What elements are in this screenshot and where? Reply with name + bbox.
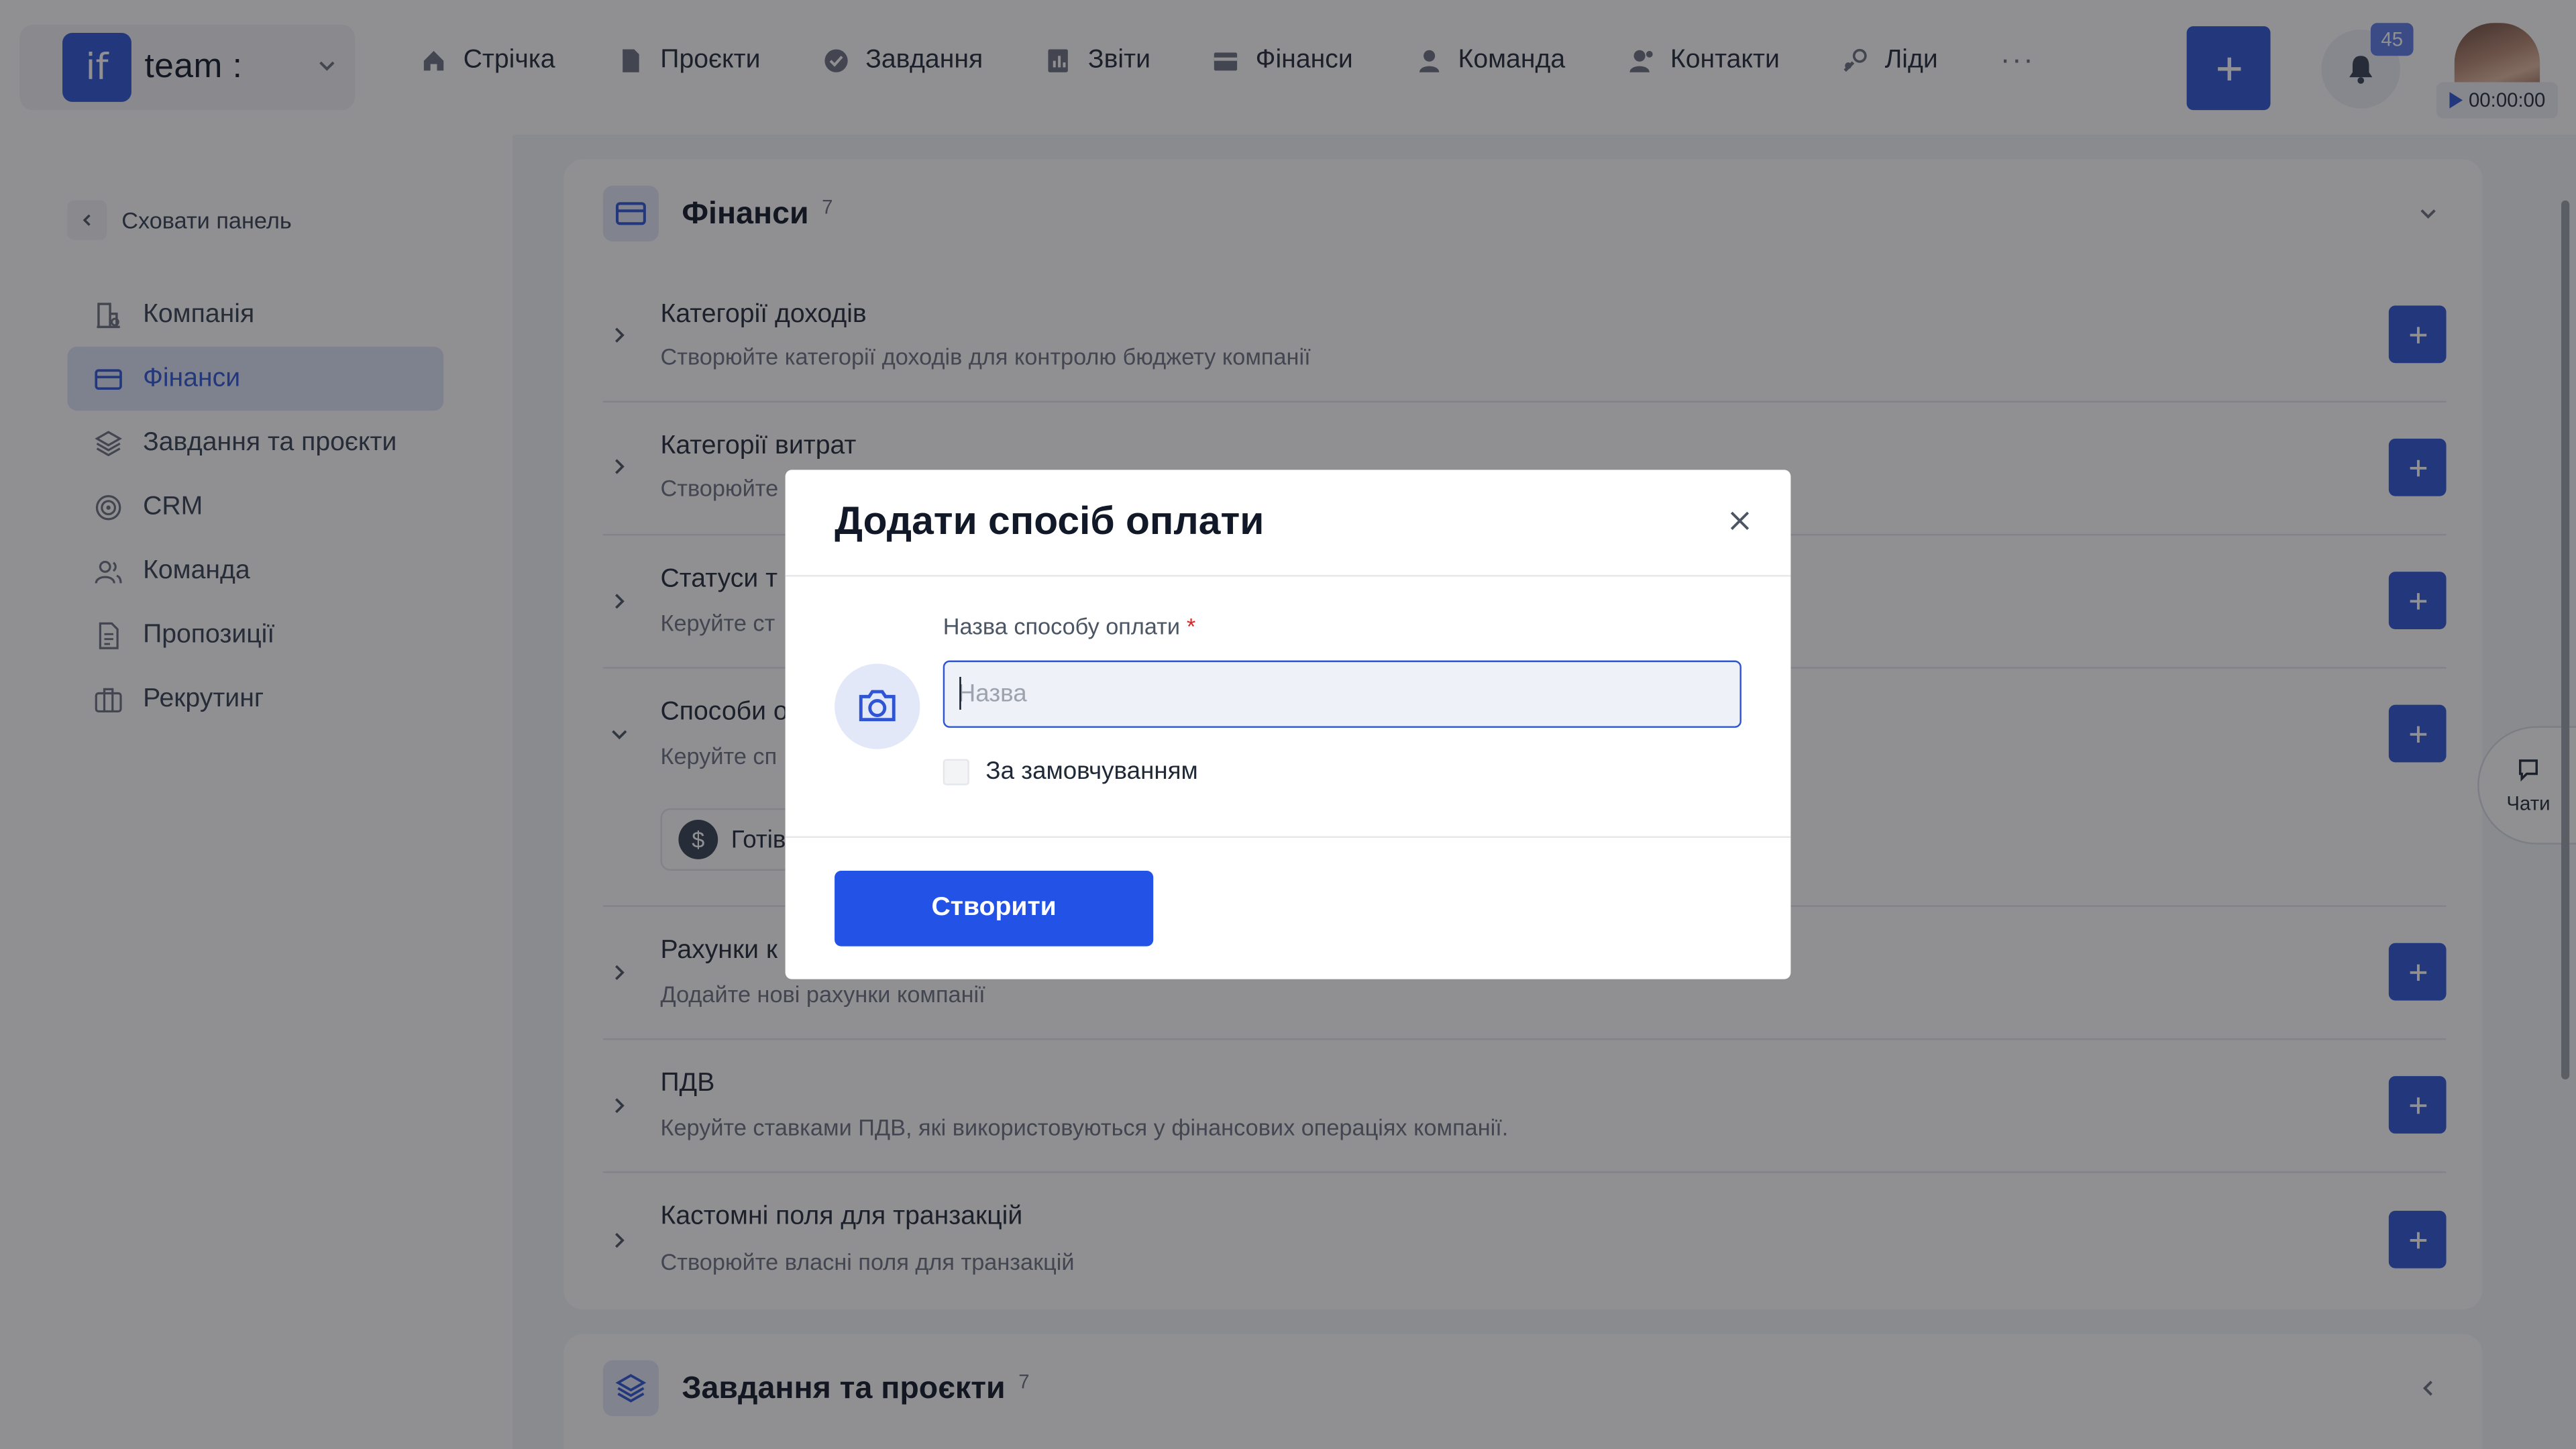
default-checkbox-label: За замовчуванням — [985, 757, 1198, 786]
dialog-header: Додати спосіб оплати — [785, 470, 1791, 577]
camera-icon — [859, 690, 896, 722]
payment-method-name-label: Назва способу оплати * — [943, 612, 1195, 639]
app-root: if team : Стрічка Проєкти Завдання Звіти — [0, 0, 2576, 1449]
payment-method-name-input[interactable] — [943, 660, 1741, 728]
default-checkbox-row[interactable]: За замовчуванням — [943, 757, 1198, 786]
upload-photo-button[interactable] — [835, 663, 920, 749]
add-payment-method-dialog: Додати спосіб оплати Назва способу оплат… — [785, 470, 1791, 979]
close-icon[interactable] — [1725, 506, 1754, 535]
dialog-body: Назва способу оплати* За замовчуванням — [785, 577, 1791, 838]
text-caret — [959, 676, 961, 710]
required-marker: * — [1186, 612, 1196, 639]
create-button[interactable]: Створити — [835, 870, 1154, 947]
dialog-title: Додати спосіб оплати — [835, 499, 1265, 544]
default-checkbox[interactable] — [943, 758, 969, 785]
field-label-text: Назва способу оплати — [943, 612, 1181, 639]
